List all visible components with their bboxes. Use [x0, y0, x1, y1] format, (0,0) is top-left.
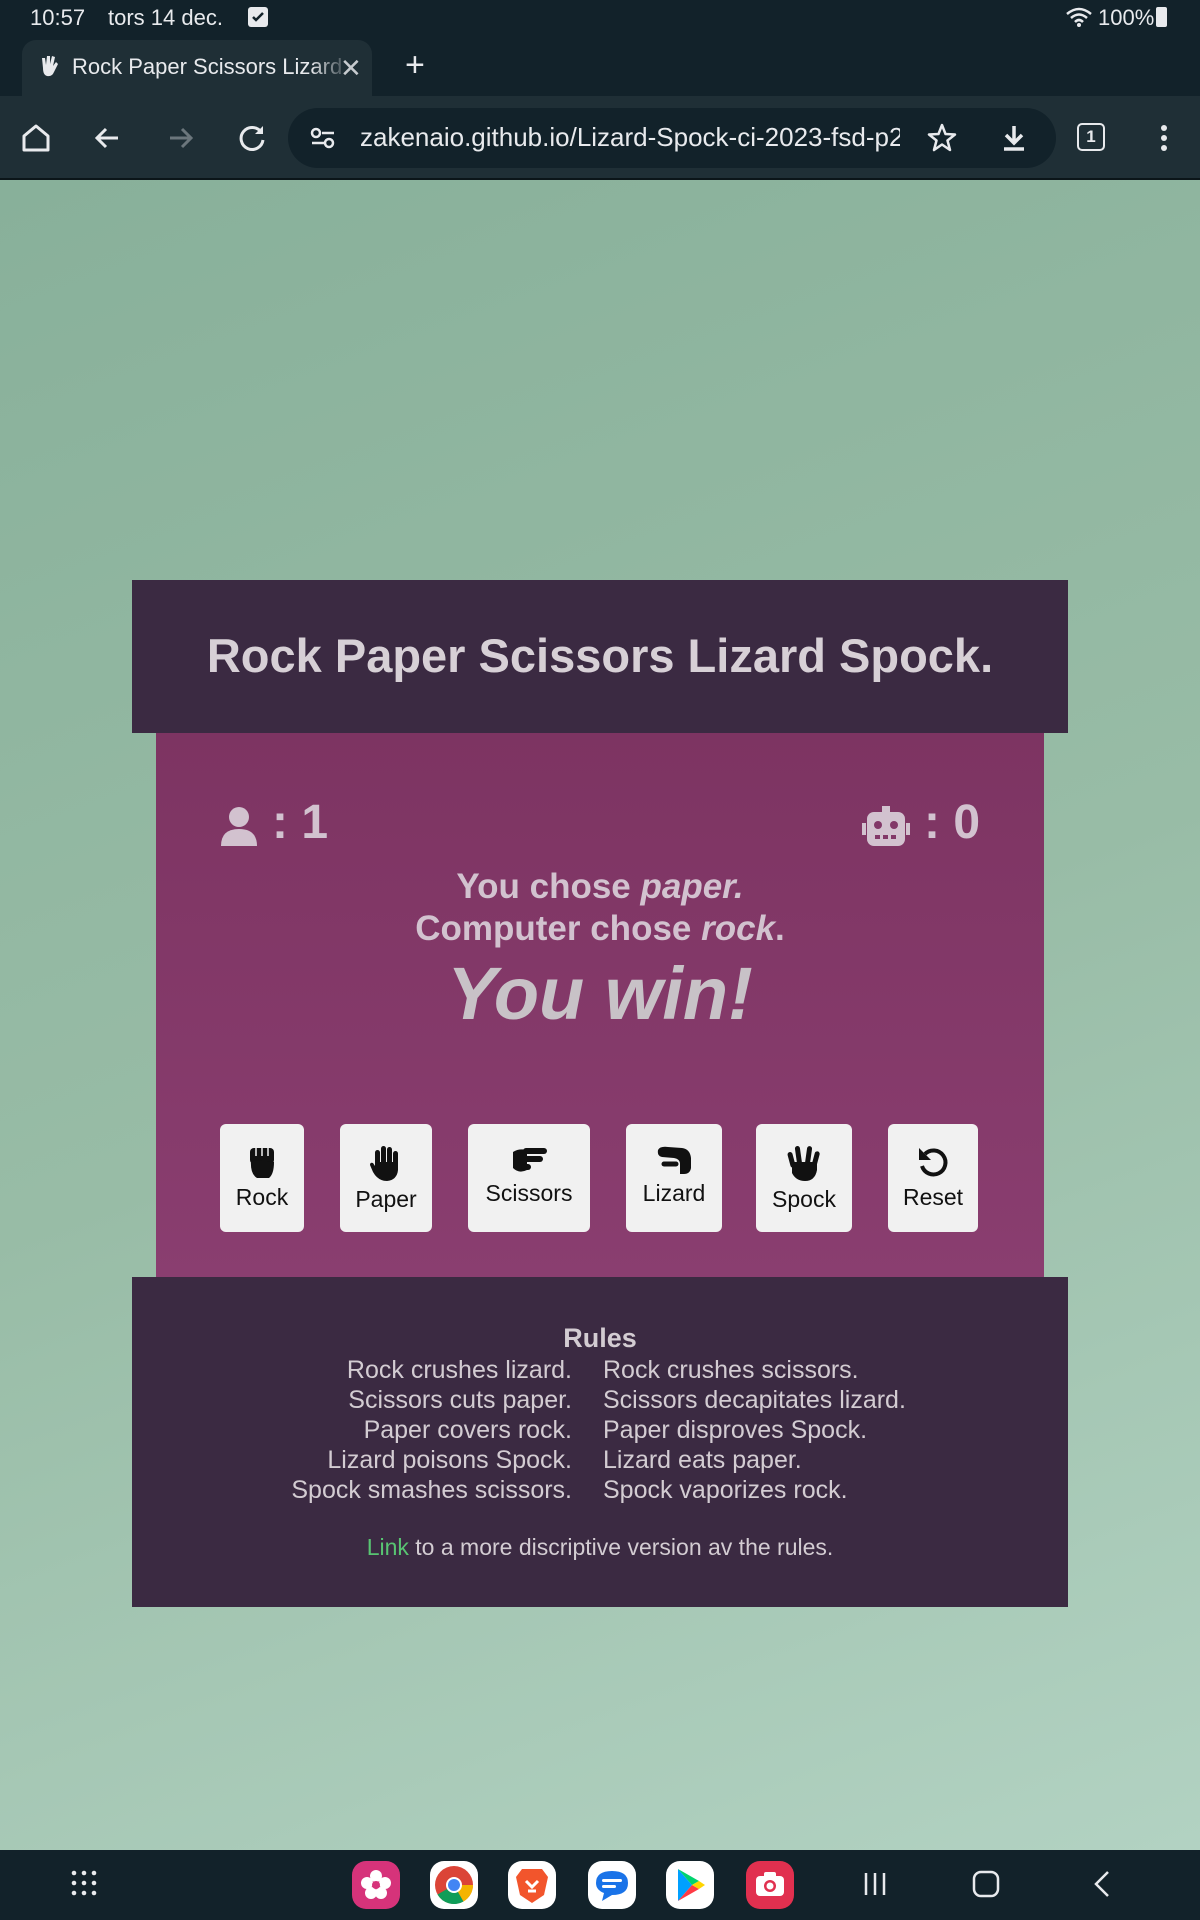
battery-level: 100%	[1098, 5, 1155, 30]
back-arrow-icon[interactable]	[88, 118, 128, 158]
player-choice-message: You chose paper.	[156, 867, 1044, 907]
site-settings-icon[interactable]	[310, 126, 336, 150]
camera-app-icon[interactable]	[746, 1861, 794, 1909]
rule-item: Paper covers rock.	[363, 1416, 572, 1444]
browser-tab[interactable]: Rock Paper Scissors Lizard Spock ✕	[22, 40, 372, 96]
rule-item: Scissors decapitates lizard.	[603, 1386, 906, 1414]
bookmark-star-icon[interactable]	[926, 122, 958, 154]
scissors-hand-icon	[513, 1148, 547, 1172]
browser-toolbar: zakenaio.github.io/Lizard-Spock-ci-2023-…	[0, 96, 1200, 180]
computer-score: : 0	[862, 795, 980, 850]
open-hand-icon	[370, 1146, 398, 1181]
rules-link-suffix: to a more discriptive version av the rul…	[408, 1534, 834, 1560]
game-area: : 1 : 0 You chose paper. Computer chose …	[156, 733, 1044, 1287]
wifi-icon	[1066, 7, 1092, 27]
reload-icon[interactable]	[232, 118, 272, 158]
rule-item: Paper disproves Spock.	[603, 1416, 868, 1444]
computer-choice-message: Computer chose rock.	[156, 909, 1044, 949]
game-header: Rock Paper Scissors Lizard Spock.	[132, 580, 1068, 733]
rock-label: Rock	[235, 1184, 289, 1210]
forward-arrow-icon[interactable]	[160, 118, 200, 158]
rule-item: Spock smashes scissors.	[291, 1476, 572, 1504]
rules-link-line: Link to a more discriptive version av th…	[132, 1534, 1068, 1561]
player-score: : 1	[220, 795, 328, 850]
paper-label: Paper	[355, 1186, 417, 1212]
rule-item: Spock vaporizes rock.	[603, 1476, 848, 1504]
user-icon	[221, 807, 257, 846]
download-icon[interactable]	[998, 122, 1030, 154]
tab-strip: Rock Paper Scissors Lizard Spock ✕ +	[0, 36, 1200, 96]
spock-button[interactable]: Spock	[756, 1124, 852, 1232]
player-score-value: : 1	[272, 796, 329, 849]
player-choice-suffix: .	[733, 867, 744, 906]
rule-item: Rock crushes lizard.	[346, 1356, 572, 1384]
tab-title: Rock Paper Scissors Lizard Spock	[72, 54, 352, 79]
rules-link[interactable]: Link	[367, 1534, 409, 1560]
lizard-label: Lizard	[642, 1180, 706, 1206]
back-nav-icon[interactable]	[1090, 1869, 1114, 1899]
close-tab-icon[interactable]: ✕	[340, 53, 362, 84]
spock-favicon-icon	[42, 56, 58, 77]
more-menu-icon[interactable]	[1144, 118, 1184, 158]
reset-button[interactable]: Reset	[888, 1124, 978, 1232]
tab-switcher-button[interactable]: 1	[1077, 123, 1105, 151]
computer-choice: rock	[701, 909, 776, 948]
player-choice: paper	[640, 867, 734, 906]
page-title: Rock Paper Scissors Lizard Spock.	[206, 629, 994, 682]
reset-icon	[919, 1148, 948, 1177]
rules-right-column: Rock crushes scissors. Scissors decapita…	[603, 1355, 1023, 1505]
rule-item: Scissors cuts paper.	[348, 1386, 572, 1414]
rules-left-column: Rock crushes lizard. Scissors cuts paper…	[132, 1355, 572, 1505]
result-message: You win!	[447, 952, 753, 1035]
scissors-label: Scissors	[485, 1180, 573, 1206]
fist-icon	[250, 1148, 274, 1178]
paper-button[interactable]: Paper	[340, 1124, 432, 1232]
notification-check-icon	[248, 7, 268, 27]
computer-choice-prefix: Computer chose	[415, 909, 702, 948]
rule-item: Lizard eats paper.	[603, 1446, 802, 1474]
web-page: Rock Paper Scissors Lizard Spock. : 1 : …	[0, 180, 1200, 1850]
lizard-hand-icon	[657, 1146, 691, 1174]
system-nav-bar	[0, 1850, 1200, 1920]
gallery-app-icon[interactable]	[352, 1861, 400, 1909]
computer-choice-suffix: .	[775, 909, 785, 948]
rock-button[interactable]: Rock	[220, 1124, 304, 1232]
brave-app-icon[interactable]	[508, 1861, 556, 1909]
chrome-app-icon[interactable]	[430, 1861, 478, 1909]
scissors-button[interactable]: Scissors	[468, 1124, 590, 1232]
status-date: tors 14 dec.	[108, 5, 223, 30]
robot-icon	[862, 806, 910, 846]
play-store-app-icon[interactable]	[666, 1861, 714, 1909]
battery-icon	[1156, 7, 1167, 27]
status-bar: 10:57 tors 14 dec. 100%	[0, 0, 1200, 36]
url-text: zakenaio.github.io/Lizard-Spock-ci-2023-…	[360, 122, 900, 152]
rules-title: Rules	[563, 1323, 637, 1353]
new-tab-button[interactable]: +	[405, 46, 425, 85]
recent-apps-icon[interactable]	[862, 1869, 888, 1899]
spock-hand-icon	[787, 1146, 820, 1181]
rule-item: Lizard poisons Spock.	[327, 1446, 572, 1474]
home-icon[interactable]	[16, 118, 56, 158]
lizard-button[interactable]: Lizard	[626, 1124, 722, 1232]
rule-item: Rock crushes scissors.	[603, 1356, 859, 1384]
address-bar[interactable]: zakenaio.github.io/Lizard-Spock-ci-2023-…	[288, 108, 1056, 168]
player-choice-prefix: You chose	[456, 867, 641, 906]
app-drawer-icon[interactable]	[70, 1869, 98, 1897]
home-nav-icon[interactable]	[971, 1869, 1001, 1899]
reset-label: Reset	[902, 1184, 964, 1210]
status-time: 10:57	[30, 5, 86, 30]
computer-score-value: : 0	[924, 796, 981, 849]
messages-app-icon[interactable]	[588, 1861, 636, 1909]
spock-label: Spock	[772, 1186, 836, 1212]
rules-section: Rules Rock crushes lizard. Scissors cuts…	[132, 1277, 1068, 1607]
